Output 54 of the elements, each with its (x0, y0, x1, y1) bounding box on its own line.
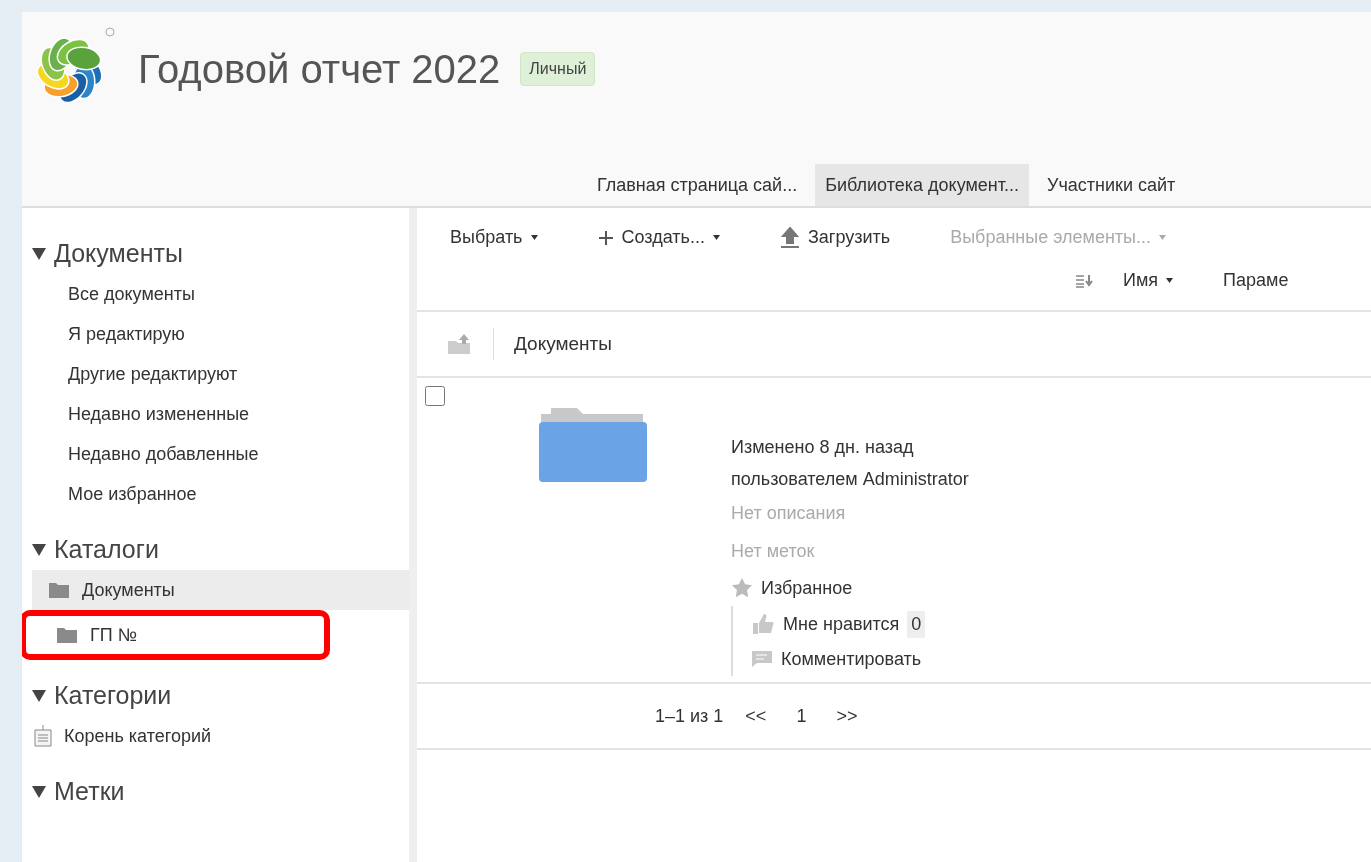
comment-icon (751, 650, 773, 668)
sort-dropdown[interactable]: Имя (1123, 267, 1174, 294)
tags-text: Нет меток (731, 540, 816, 563)
thumbs-up-icon[interactable] (751, 613, 775, 635)
sidebar-link[interactable]: Недавно измененные (32, 394, 409, 434)
sidebar-link[interactable]: Мое избранное (32, 474, 409, 514)
caret-icon[interactable] (32, 786, 46, 798)
star-icon (731, 577, 753, 599)
sidebar-link[interactable]: Все документы (32, 274, 409, 314)
caret-icon[interactable] (32, 690, 46, 702)
site-title: Годовой отчет 2022 (138, 46, 501, 93)
folder-up-icon[interactable] (447, 333, 473, 355)
comment-link[interactable]: Комментировать (781, 645, 922, 673)
folder-icon (56, 626, 78, 644)
nav-tab[interactable]: Библиотека документ... (815, 164, 1029, 206)
sidebar-link[interactable]: Корень категорий (64, 722, 212, 750)
section-heading[interactable]: Каталоги (54, 531, 159, 569)
modified-info: Изменено 8 дн. назад (731, 436, 915, 459)
folder-tree-item[interactable]: Документы (32, 570, 409, 610)
upload-icon (779, 226, 800, 249)
plus-icon (597, 229, 614, 246)
caret-icon (1166, 278, 1174, 283)
row-checkbox[interactable] (425, 386, 445, 406)
modified-by: пользователем Administrator (731, 468, 969, 491)
caret-icon (712, 235, 720, 240)
folder-tree-item[interactable]: ГП № (26, 616, 324, 654)
caret-icon[interactable] (32, 248, 46, 260)
description-text: Нет описания (731, 502, 847, 525)
section-heading[interactable]: Метки (54, 773, 125, 811)
favorite-toggle[interactable]: Избранное (731, 570, 969, 606)
like-count: 0 (907, 610, 926, 638)
toolbar-button[interactable]: Создать... (597, 224, 720, 251)
toolbar-button[interactable]: Загрузить (779, 224, 891, 251)
section-heading[interactable]: Документы (54, 235, 183, 273)
folder-icon (48, 581, 70, 599)
toolbar-button[interactable]: Выбрать (450, 224, 538, 251)
sidebar-link[interactable]: Другие редактируют (32, 354, 409, 394)
like-label[interactable]: Мне нравится (783, 610, 900, 638)
sidebar-link[interactable]: Недавно добавленные (32, 434, 409, 474)
caret-icon (530, 235, 538, 240)
page-number[interactable]: 1 (788, 702, 815, 730)
next-page-link[interactable]: >> (836, 702, 858, 730)
caret-icon (1159, 235, 1167, 240)
options-menu[interactable]: Параме (1223, 267, 1289, 294)
nav-tab[interactable]: Главная страница сай... (587, 164, 808, 206)
site-type-badge: Личный (520, 52, 596, 86)
previous-page-link[interactable]: << (745, 702, 767, 730)
section-heading[interactable]: Категории (54, 677, 172, 715)
sort-direction-icon[interactable] (1075, 273, 1093, 288)
sidebar-link[interactable]: Я редактирую (32, 314, 409, 354)
pagination-range: 1–1 из 1 (655, 704, 724, 728)
nav-tab[interactable]: Участники сайт (1037, 164, 1186, 206)
caret-icon[interactable] (32, 544, 46, 556)
breadcrumb[interactable]: Документы (514, 329, 612, 359)
